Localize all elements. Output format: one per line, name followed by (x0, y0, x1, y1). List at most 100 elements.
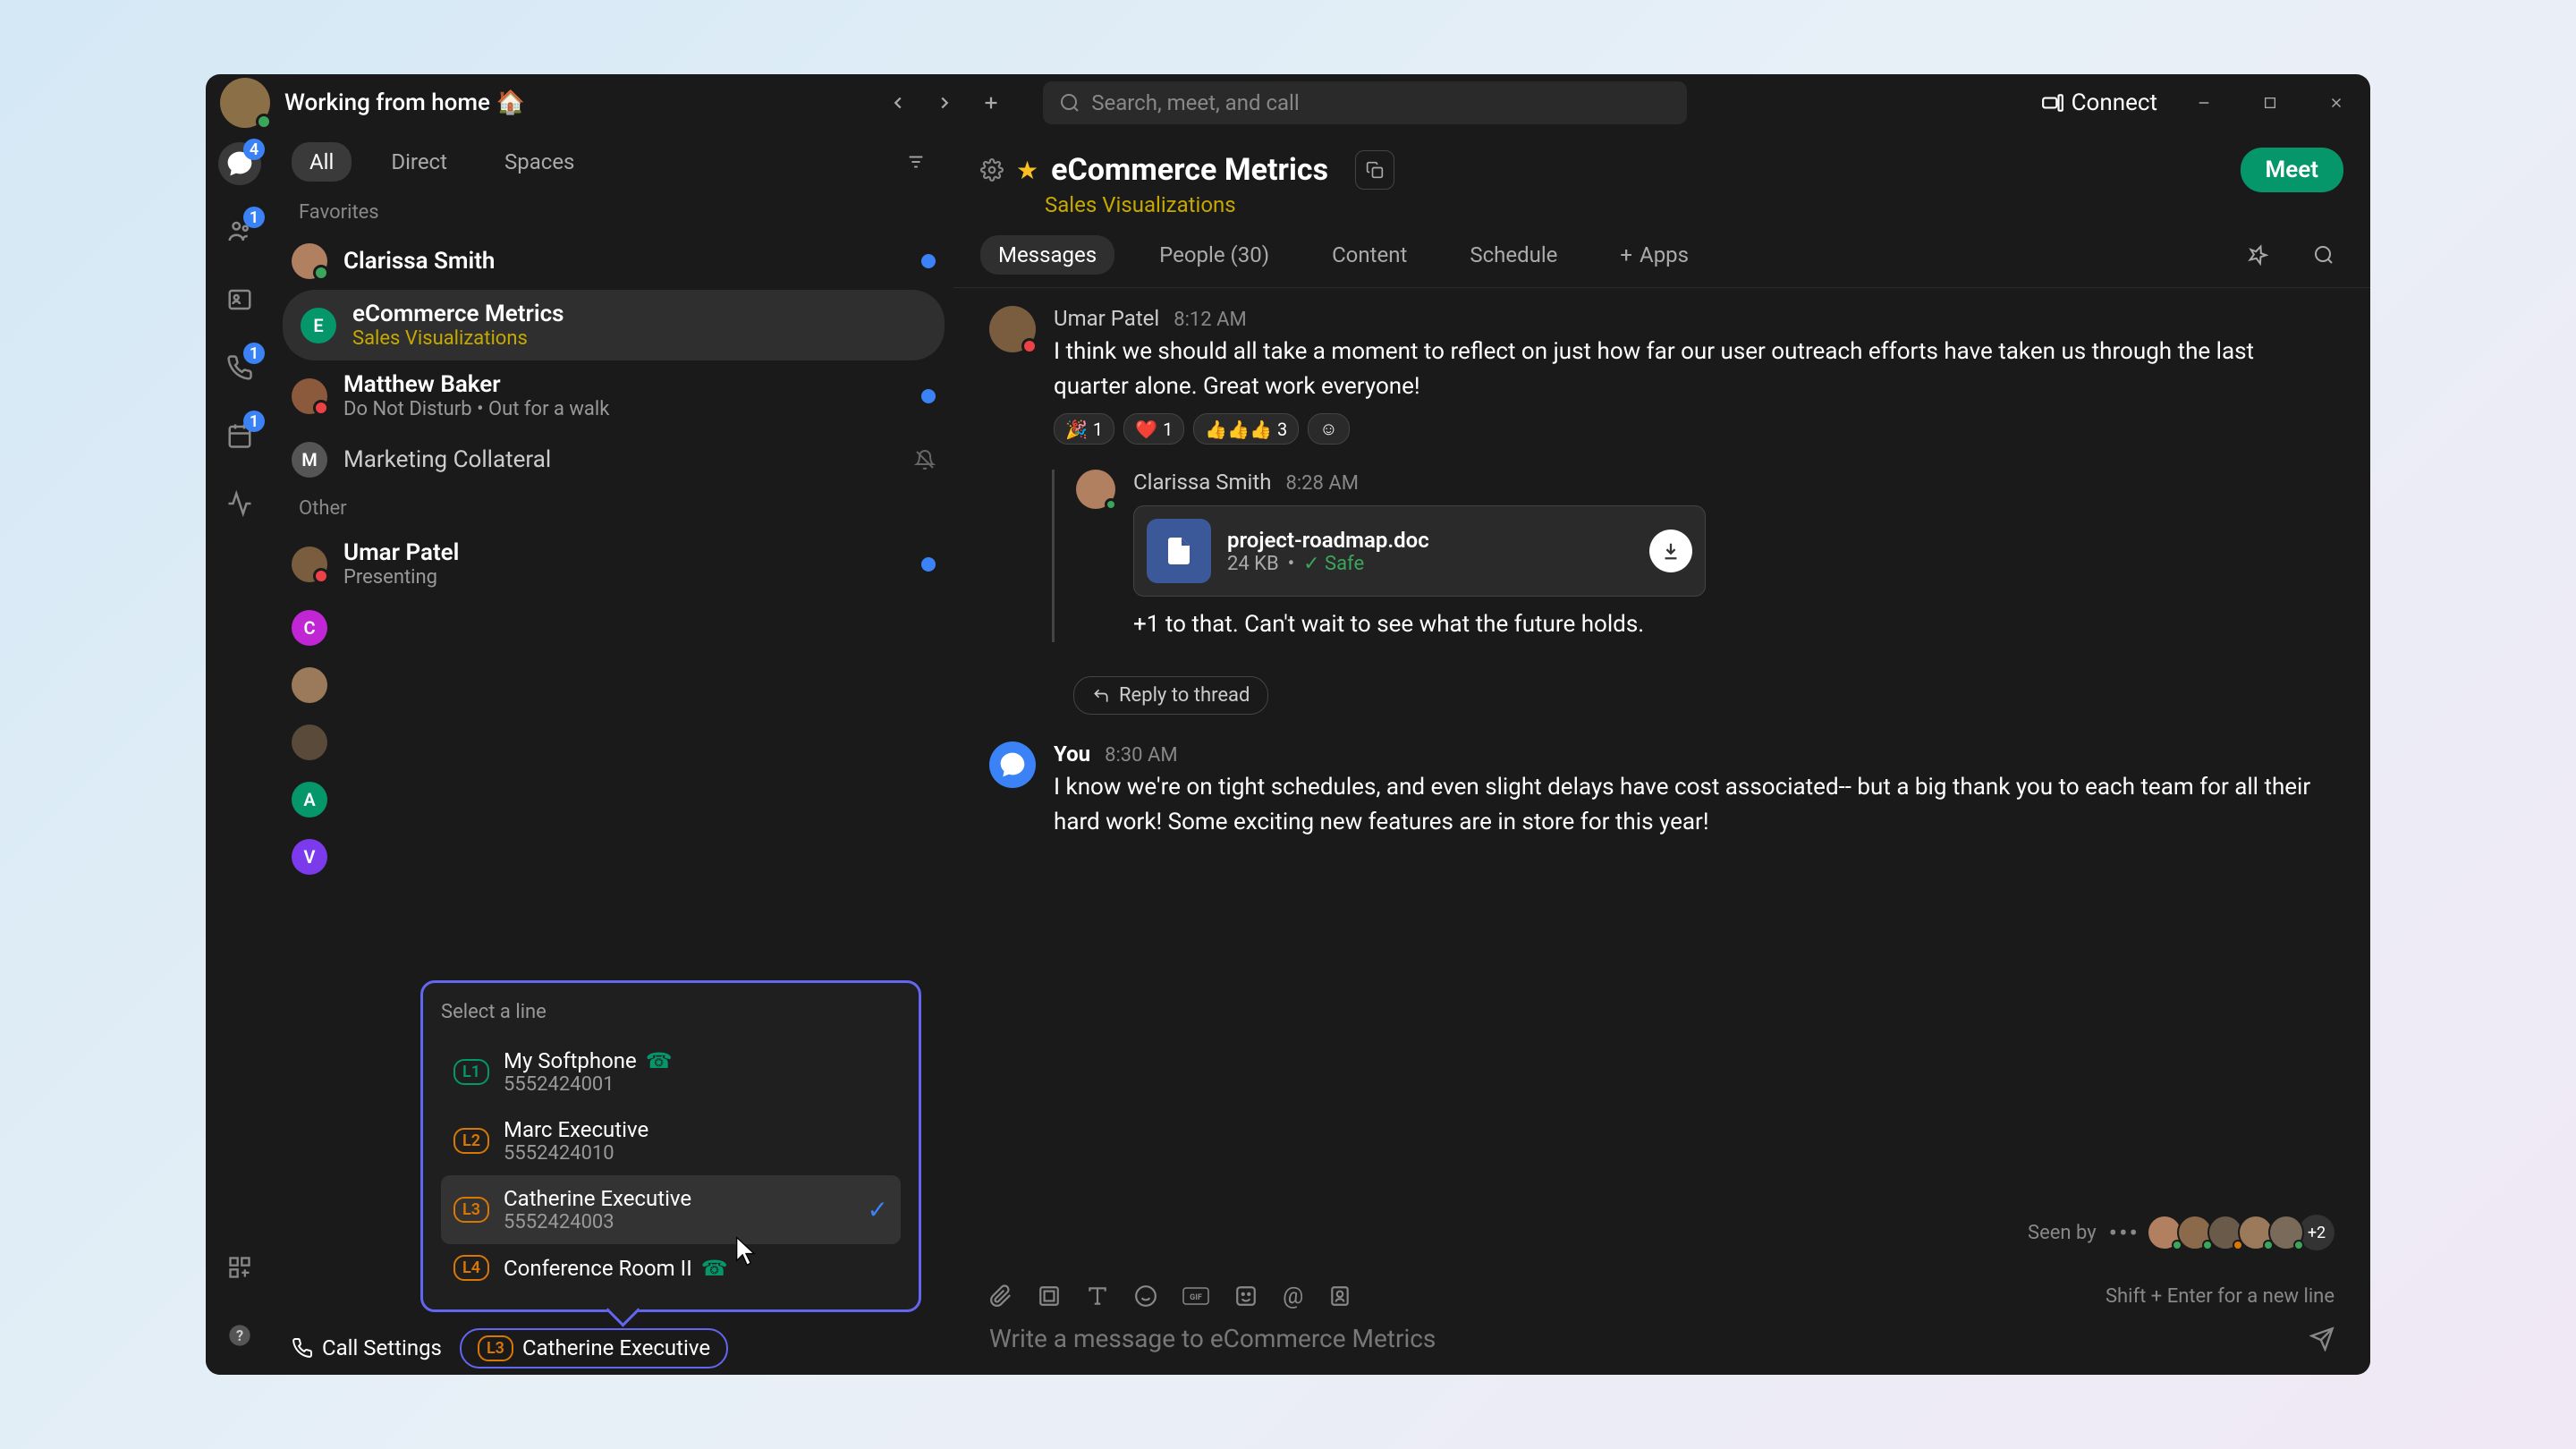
composer: GIF @ Shift + Enter for a new line Write… (953, 1265, 2370, 1375)
user-avatar[interactable] (220, 78, 270, 128)
sidebar-item-a[interactable]: A (274, 771, 953, 828)
cursor-icon (733, 1235, 758, 1267)
pin-button[interactable] (2238, 235, 2277, 275)
filter-button[interactable] (896, 142, 936, 182)
sidebar-item-person1[interactable] (274, 657, 953, 714)
bitmoji-button[interactable] (1234, 1284, 1258, 1308)
message-text: +1 to that. Can't wait to see what the f… (1133, 607, 2334, 642)
reaction[interactable]: ❤️1 (1123, 413, 1184, 445)
tab-all[interactable]: All (292, 142, 352, 182)
tab-content[interactable]: Content (1314, 235, 1425, 275)
person-button[interactable] (1328, 1284, 1352, 1308)
composer-input[interactable]: Write a message to eCommerce Metrics (989, 1324, 2309, 1353)
space-subtitle: Sales Visualizations (1045, 192, 2343, 217)
svg-text:?: ? (236, 1327, 243, 1344)
line-option[interactable]: L2 Marc Executive 5552424010 (441, 1106, 901, 1175)
current-line-button[interactable]: L3 Catherine Executive (460, 1328, 728, 1368)
tab-messages[interactable]: Messages (980, 235, 1114, 275)
reaction[interactable]: 🎉1 (1054, 413, 1114, 445)
message-avatar[interactable] (1076, 470, 1115, 509)
seen-avatar[interactable] (2268, 1215, 2304, 1250)
sidebar-item-ecommerce[interactable]: E eCommerce Metrics Sales Visualizations (283, 290, 945, 360)
tab-direct[interactable]: Direct (373, 142, 465, 182)
emoji-button[interactable] (1134, 1284, 1157, 1308)
tab-spaces[interactable]: Spaces (487, 142, 592, 182)
line-option[interactable]: L4 Conference Room II☎ (441, 1244, 901, 1292)
meet-button[interactable]: Meet (2241, 148, 2343, 192)
maximize-button[interactable] (2250, 83, 2290, 123)
space-name: eCommerce Metrics (1051, 152, 1328, 188)
sidebar-item-marketing[interactable]: M Marketing Collateral (274, 431, 953, 488)
message: You 8:30 AM I know we're on tight schedu… (989, 741, 2334, 840)
download-button[interactable] (1649, 530, 1692, 572)
connect-button[interactable]: Connect (2041, 89, 2157, 116)
title-bar: Working from home 🏠 Search, meet, and ca… (206, 74, 2370, 131)
nav-rail: 4 1 1 1 ? (206, 131, 274, 1375)
sidebar-item-matthew[interactable]: Matthew Baker Do Not Disturb • Out for a… (274, 360, 953, 431)
format-button[interactable] (1086, 1284, 1109, 1308)
nav-calls[interactable]: 1 (218, 346, 261, 389)
messages-list: Umar Patel 8:12 AM I think we should all… (953, 288, 2370, 1215)
line-name: Catherine Executive (522, 1335, 710, 1360)
nav-chat[interactable]: 4 (218, 142, 261, 185)
composer-hint: Shift + Enter for a new line (2106, 1285, 2334, 1308)
message-avatar[interactable] (989, 306, 1036, 352)
file-attachment[interactable]: project-roadmap.doc 24 KB • ✓ Safe (1133, 505, 1706, 597)
attach-button[interactable] (989, 1284, 1013, 1308)
calendar-badge: 1 (243, 411, 265, 432)
reaction[interactable]: 👍👍👍3 (1193, 413, 1299, 445)
copy-button[interactable] (1355, 150, 1394, 190)
sidebar-item-c[interactable]: C (274, 599, 953, 657)
file-size: 24 KB (1227, 553, 1279, 575)
line-option[interactable]: L3 Catherine Executive 5552424003 ✓ (441, 1175, 901, 1244)
line-selector-popup: Select a line L1 My Softphone☎ 555242400… (420, 980, 921, 1312)
nav-teams[interactable]: 1 (218, 210, 261, 253)
message-time: 8:12 AM (1174, 309, 1246, 331)
calls-badge: 1 (243, 343, 265, 364)
call-settings-button[interactable]: Call Settings (292, 1335, 442, 1360)
new-tab-button[interactable] (971, 83, 1011, 123)
gear-icon[interactable] (980, 158, 1004, 182)
message-author: Umar Patel (1054, 306, 1159, 331)
nav-contacts[interactable] (218, 278, 261, 321)
nav-apps[interactable] (218, 1246, 261, 1289)
tab-apps[interactable]: +Apps (1602, 235, 1707, 275)
sidebar-item-clarissa[interactable]: Clarissa Smith (274, 233, 953, 290)
search-icon (1059, 92, 1080, 114)
nav-back-button[interactable] (878, 83, 918, 123)
sidebar-item-v[interactable]: V (274, 828, 953, 886)
seen-more[interactable]: +2 (2299, 1215, 2334, 1250)
add-reaction-button[interactable]: ☺ (1308, 413, 1349, 445)
tab-schedule[interactable]: Schedule (1452, 235, 1575, 275)
sidebar-item-umar[interactable]: Umar Patel Presenting (274, 529, 953, 599)
tab-people[interactable]: People (30) (1141, 235, 1287, 275)
nav-activity[interactable] (218, 482, 261, 525)
nav-help[interactable]: ? (218, 1314, 261, 1357)
message-author: You (1054, 741, 1090, 767)
nav-forward-button[interactable] (925, 83, 964, 123)
muted-icon (914, 449, 936, 470)
mention-button[interactable]: @ (1283, 1283, 1303, 1309)
close-button[interactable] (2317, 83, 2356, 123)
thread: Clarissa Smith 8:28 AM project-roadmap.d… (1052, 470, 2334, 642)
send-button[interactable] (2309, 1326, 2334, 1352)
message-time: 8:28 AM (1285, 472, 1358, 495)
reply-thread-button[interactable]: Reply to thread (1073, 676, 1268, 715)
screenshot-button[interactable] (1038, 1284, 1061, 1308)
star-icon[interactable]: ★ (1016, 156, 1038, 185)
check-icon: ✓ (868, 1195, 888, 1224)
search-space-button[interactable] (2304, 235, 2343, 275)
file-name: project-roadmap.doc (1227, 528, 1633, 553)
user-status[interactable]: Working from home 🏠 (284, 89, 525, 116)
nav-calendar[interactable]: 1 (218, 414, 261, 457)
minimize-button[interactable] (2184, 83, 2224, 123)
search-input[interactable]: Search, meet, and call (1043, 81, 1687, 124)
gif-button[interactable]: GIF (1182, 1284, 1209, 1308)
phone-icon (292, 1337, 313, 1359)
message-avatar[interactable] (989, 741, 1036, 788)
line-option[interactable]: L1 My Softphone☎ 5552424001 (441, 1038, 901, 1106)
sidebar-item-person2[interactable] (274, 714, 953, 771)
unread-dot (921, 389, 936, 403)
popup-title: Select a line (441, 1001, 901, 1023)
chat-badge: 4 (243, 139, 265, 160)
